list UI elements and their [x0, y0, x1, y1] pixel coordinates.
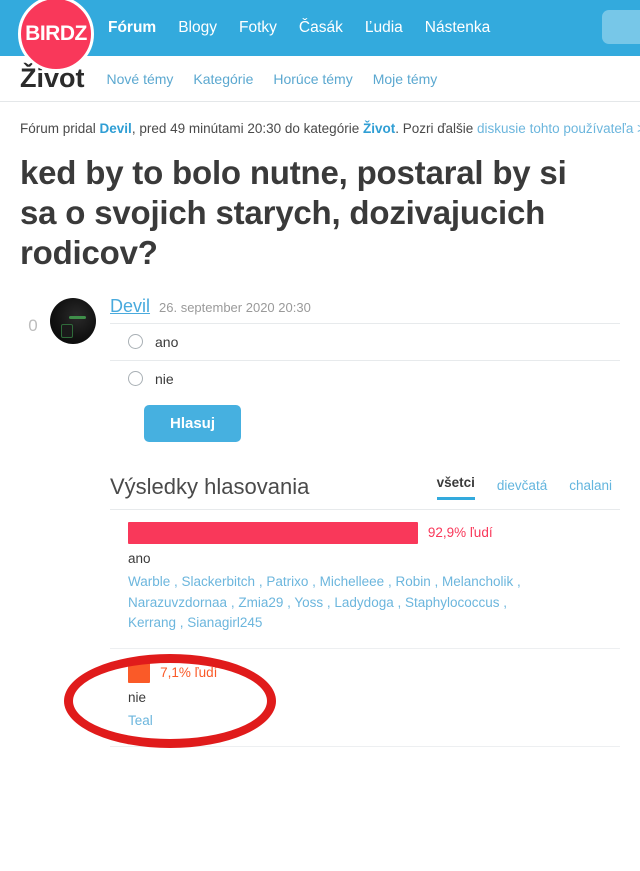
voter-link[interactable]: Melancholik [442, 574, 513, 589]
result-voter-list: Warble , Slackerbitch , Patrixo , Michel… [128, 573, 521, 631]
tab-chalani[interactable]: chalani [569, 478, 612, 500]
results-title: Výsledky hlasovania [110, 473, 310, 499]
result-voter-list: Teal [128, 711, 528, 732]
poll-option-label: ano [155, 333, 179, 350]
post-vote-count: 0 [28, 315, 38, 335]
meta-prefix: Fórum pridal [20, 121, 100, 136]
avatar-detail-glint [69, 316, 86, 320]
result-bar-line: 7,1% ľudí [128, 661, 620, 684]
result-bar-line: 92,9% ľudí [128, 521, 620, 544]
top-navbar: BIRDZ Fórum Blogy Fotky Časák Ľudia Nást… [0, 0, 640, 72]
poll-option-nie[interactable]: nie [110, 359, 620, 397]
voter-link[interactable]: Sianagirl245 [187, 615, 262, 630]
main-content: Fórum pridal Devil, pred 49 minútami 20:… [0, 120, 640, 748]
avatar-detail-cup [61, 324, 73, 339]
result-row-nie: 7,1% ľudí nie Teal [110, 649, 620, 748]
vote-button-wrap: Hlasuj [110, 397, 620, 442]
poll-results: Výsledky hlasovania všetci dievčatá chal… [20, 474, 620, 748]
voter-link[interactable]: Teal [128, 713, 153, 728]
voter-link[interactable]: Robin [395, 574, 430, 589]
result-percent-label: 7,1% ľudí [160, 664, 218, 680]
voter-link[interactable]: Staphylococcus [405, 595, 500, 610]
primary-nav: Fórum Blogy Fotky Časák Ľudia Nástenka [108, 19, 490, 37]
voter-link[interactable]: Kerrang [128, 615, 176, 630]
meta-more-link[interactable]: diskusie tohto používateľa > [477, 121, 640, 136]
nav-item-nastenka[interactable]: Nástenka [425, 19, 490, 37]
poll-block: 0 Devil 26. september 2020 20:30 ano nie… [20, 296, 620, 442]
subnav-item-horuce-temy[interactable]: Horúce témy [273, 71, 352, 87]
subnav-item-nove-temy[interactable]: Nové témy [107, 71, 174, 87]
poll-body: Devil 26. september 2020 20:30 ano nie H… [110, 296, 620, 442]
result-bar [128, 661, 151, 684]
meta-author-link[interactable]: Devil [100, 121, 132, 136]
search-input[interactable] [602, 10, 640, 44]
subnav-item-moje-temy[interactable]: Moje témy [373, 71, 438, 87]
post-meta: Fórum pridal Devil, pred 49 minútami 20:… [20, 120, 640, 139]
result-option-label: nie [128, 690, 147, 706]
poll-author-link[interactable]: Devil [110, 296, 150, 317]
result-option-label: ano [128, 550, 151, 566]
avatar[interactable] [50, 297, 96, 344]
meta-middle: , pred 49 minútami 20:30 do kategórie [131, 121, 363, 136]
voter-link[interactable]: Warble [128, 574, 170, 589]
logo-label: BIRDZ [25, 22, 87, 45]
result-percent-label: 92,9% ľudí [427, 525, 493, 541]
nav-item-casak[interactable]: Časák [299, 19, 343, 37]
nav-item-blogy[interactable]: Blogy [178, 19, 217, 37]
radio-icon[interactable] [128, 371, 143, 387]
result-row-ano: 92,9% ľudí ano Warble , Slackerbitch , P… [110, 510, 620, 650]
poll-date: 26. september 2020 20:30 [159, 299, 311, 315]
voter-link[interactable]: Yoss [294, 595, 323, 610]
page-title: ked by to bolo nutne, postaral by si sa … [20, 153, 567, 272]
voter-link[interactable]: Slackerbitch [182, 574, 256, 589]
poll-header: Devil 26. september 2020 20:30 [110, 296, 620, 323]
voter-link[interactable]: Michelleee [320, 574, 385, 589]
nav-item-ludia[interactable]: Ľudia [365, 19, 403, 37]
voter-link[interactable]: Zmia29 [238, 595, 283, 610]
nav-item-fotky[interactable]: Fotky [239, 19, 277, 37]
subnav-links: Nové témy Kategórie Horúce témy Moje tém… [107, 71, 438, 87]
subnav-item-kategorie[interactable]: Kategórie [193, 71, 253, 87]
tab-vsetci[interactable]: všetci [436, 475, 475, 500]
meta-category-link[interactable]: Život [363, 121, 395, 136]
tab-dievcata[interactable]: dievčatá [497, 478, 547, 500]
results-header: Výsledky hlasovania všetci dievčatá chal… [110, 474, 620, 510]
meta-after: . Pozri ďalšie [395, 121, 478, 136]
results-tabs: všetci dievčatá chalani [436, 475, 620, 500]
voter-link[interactable]: Ladydoga [334, 595, 393, 610]
radio-icon[interactable] [128, 334, 143, 350]
result-bar [128, 521, 418, 544]
poll-option-label: nie [155, 370, 174, 387]
nav-item-forum[interactable]: Fórum [108, 19, 156, 37]
voter-link[interactable]: Patrixo [266, 574, 308, 589]
category-subnav: Život Nové témy Kategórie Horúce témy Mo… [0, 56, 640, 102]
voter-link[interactable]: Narazuvzdornaa [128, 595, 227, 610]
vote-button[interactable]: Hlasuj [144, 404, 242, 442]
poll-option-ano[interactable]: ano [110, 322, 620, 360]
